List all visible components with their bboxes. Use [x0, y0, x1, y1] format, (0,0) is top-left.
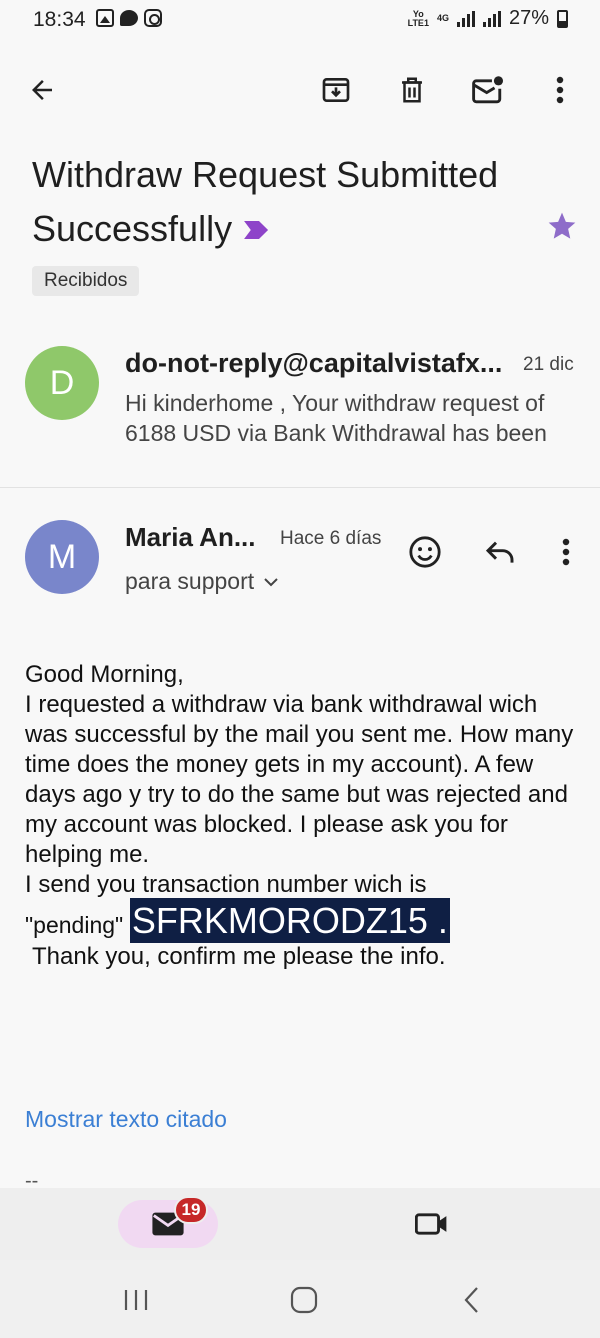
signal-icon	[456, 10, 475, 27]
home-button[interactable]	[284, 1282, 324, 1318]
mark-unread-icon	[472, 76, 504, 104]
chat-icon	[120, 10, 138, 26]
body-line: I send you transaction number wich is	[25, 871, 427, 898]
trash-icon	[402, 77, 422, 103]
closing-line: Thank you, confirm me please the info.	[32, 943, 446, 970]
archive-button[interactable]	[314, 68, 358, 112]
star-button[interactable]	[546, 210, 578, 242]
battery-icon	[557, 9, 568, 28]
sender-name: do-not-reply@capitalvistafx...	[125, 348, 503, 378]
body-line: Good Morning,	[25, 661, 184, 688]
email-subject: Withdraw Request Submitted Successfully	[32, 148, 502, 256]
message-snippet: Hi kinderhome , Your withdraw request of…	[125, 390, 547, 446]
more-vert-icon	[556, 76, 564, 104]
home-icon	[290, 1286, 318, 1314]
message-time: Hace 6 días	[280, 528, 382, 549]
system-navigation	[0, 1260, 600, 1338]
recipient-toggle[interactable]: para support	[125, 568, 278, 595]
chevron-down-icon	[264, 577, 278, 586]
star-icon	[548, 212, 576, 239]
meet-tab[interactable]	[410, 1206, 454, 1242]
network-type: 4G	[436, 13, 449, 23]
reply-icon	[485, 541, 514, 563]
network-sim: LTE1	[407, 17, 429, 28]
mark-unread-button[interactable]	[466, 68, 510, 112]
back-button[interactable]	[20, 68, 64, 112]
emoji-icon	[409, 536, 441, 568]
reply-button[interactable]	[480, 532, 520, 572]
subject-text: Withdraw Request Submitted Successfully	[32, 154, 499, 249]
more-vert-icon	[562, 538, 570, 566]
network-label: Yo LTE1	[407, 9, 429, 28]
notification-icons	[96, 9, 162, 27]
status-time: 18:34	[33, 8, 86, 31]
body-line: I requested a withdraw via bank withdraw…	[25, 691, 574, 868]
pending-line: "pending" SFRKMORODZ15 .	[25, 898, 585, 943]
more-options-button[interactable]	[538, 68, 582, 112]
status-bar: 18:34 Yo LTE1 4G 27%	[0, 0, 600, 40]
recipient-label: para support	[125, 568, 255, 594]
video-camera-icon	[415, 1213, 447, 1235]
label-chip[interactable]: Recibidos	[32, 266, 140, 296]
add-reaction-button[interactable]	[405, 532, 445, 572]
recent-apps-button[interactable]	[116, 1282, 156, 1318]
message-body: Good Morning, I requested a withdraw via…	[25, 660, 585, 972]
show-quoted-text-link[interactable]: Mostrar texto citado	[25, 1106, 227, 1133]
chevron-left-icon	[464, 1287, 478, 1313]
pending-label: "pending"	[25, 912, 124, 938]
avatar[interactable]: M	[25, 520, 99, 594]
message-more-button[interactable]	[546, 532, 586, 572]
important-marker-icon[interactable]	[244, 221, 269, 239]
message-collapsed[interactable]: D do-not-reply@capitalvistafx... 21 dic …	[0, 330, 600, 488]
back-arrow-icon	[32, 80, 52, 100]
recents-icon	[124, 1290, 148, 1310]
avatar[interactable]: D	[25, 346, 99, 420]
status-right: Yo LTE1 4G 27%	[408, 7, 568, 30]
photo-icon	[96, 9, 114, 27]
highlighted-transaction-code[interactable]: SFRKMORODZ15 .	[129, 898, 450, 943]
archive-icon	[322, 78, 350, 102]
signal-icon-2	[482, 10, 501, 27]
unread-badge: 19	[174, 1196, 208, 1224]
battery-percent: 27%	[508, 7, 549, 29]
message-date: 21 dic	[523, 354, 574, 375]
system-back-button[interactable]	[452, 1282, 492, 1318]
sender-name: Maria An...	[125, 522, 256, 552]
message-expanded-header: M Maria An... Hace 6 días para support	[0, 500, 600, 610]
top-app-bar	[0, 60, 600, 120]
instagram-icon	[144, 9, 162, 27]
delete-button[interactable]	[390, 68, 434, 112]
bottom-navigation: 19	[0, 1188, 600, 1260]
